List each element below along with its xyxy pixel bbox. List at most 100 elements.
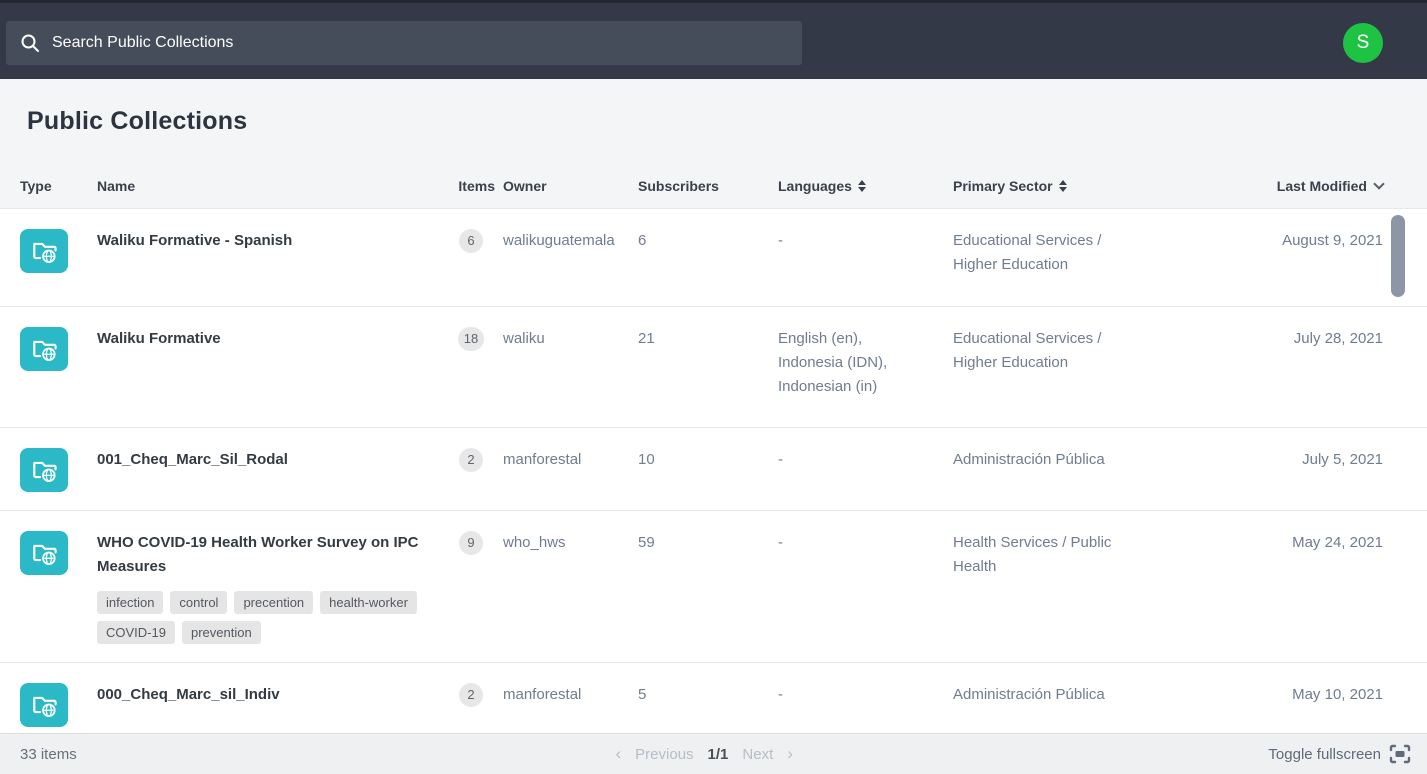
collection-name-link[interactable]: WHO COVID-19 Health Worker Survey on IPC… bbox=[97, 531, 427, 579]
owner-cell: manforestal bbox=[495, 683, 638, 727]
subscribers-cell: 10 bbox=[638, 448, 778, 492]
sort-icon bbox=[1059, 180, 1067, 192]
items-cell: 2 bbox=[447, 683, 495, 727]
tag-list: infection control precention health-worker C… bbox=[97, 591, 427, 644]
name-cell: Waliku Formative bbox=[97, 327, 447, 409]
collection-folder-globe-icon bbox=[20, 327, 68, 371]
chevron-down-icon bbox=[1373, 178, 1384, 189]
search-input[interactable] bbox=[52, 34, 788, 52]
items-total: 33 items bbox=[20, 746, 140, 763]
owner-cell: who_hws bbox=[495, 531, 638, 644]
column-header-owner: Owner bbox=[495, 178, 638, 194]
column-header-primary-sector-label: Primary Sector bbox=[953, 178, 1053, 194]
subscribers-cell: 59 bbox=[638, 531, 778, 644]
items-cell: 2 bbox=[447, 448, 495, 492]
collection-folder-globe-icon bbox=[20, 229, 68, 273]
avatar[interactable]: S bbox=[1343, 23, 1383, 63]
primary-sector-cell: Health Services / Public Health bbox=[953, 531, 1153, 644]
items-cell: 18 bbox=[447, 327, 495, 409]
page-indicator: 1/1 bbox=[708, 746, 729, 763]
last-modified-cell: July 5, 2021 bbox=[1188, 448, 1383, 492]
column-header-type: Type bbox=[20, 178, 97, 194]
items-count-badge: 6 bbox=[459, 229, 483, 253]
name-cell: 000_Cheq_Marc_sil_Indiv bbox=[97, 683, 447, 727]
vertical-scrollbar-thumb[interactable] bbox=[1391, 215, 1405, 297]
items-count-badge: 9 bbox=[459, 531, 483, 555]
collection-name-link[interactable]: Waliku Formative bbox=[97, 327, 427, 351]
search-box[interactable] bbox=[6, 21, 802, 65]
column-header-languages-label: Languages bbox=[778, 178, 852, 194]
tag: control bbox=[170, 591, 227, 614]
column-header-last-modified-label: Last Modified bbox=[1277, 178, 1367, 194]
primary-sector-cell: Educational Services / Higher Education bbox=[953, 327, 1153, 409]
items-count-badge: 2 bbox=[459, 448, 483, 472]
type-cell bbox=[20, 531, 97, 644]
next-page-button[interactable]: Next bbox=[742, 746, 773, 763]
column-header-last-modified[interactable]: Last Modified bbox=[1188, 178, 1383, 194]
type-cell bbox=[20, 327, 97, 409]
footer: 33 items ‹ Previous 1/1 Next › Toggle fu… bbox=[0, 733, 1427, 774]
type-cell bbox=[20, 683, 97, 727]
languages-cell: - bbox=[778, 229, 943, 288]
items-cell: 9 bbox=[447, 531, 495, 644]
column-header-subscribers: Subscribers bbox=[638, 178, 778, 194]
table-header: Type Name Items Owner Subscribers Langua… bbox=[0, 166, 1427, 208]
collection-folder-globe-icon bbox=[20, 448, 68, 492]
table-row[interactable]: Waliku Formative - Spanish 6 walikuguate… bbox=[0, 209, 1427, 307]
previous-page-button[interactable]: Previous bbox=[635, 746, 693, 763]
topbar: S bbox=[0, 0, 1427, 79]
subscribers-cell: 5 bbox=[638, 683, 778, 727]
last-modified-cell: August 9, 2021 bbox=[1188, 229, 1383, 288]
items-count-badge: 2 bbox=[459, 683, 483, 707]
table-row[interactable]: WHO COVID-19 Health Worker Survey on IPC… bbox=[0, 511, 1427, 663]
collection-folder-globe-icon bbox=[20, 683, 68, 727]
subscribers-cell: 21 bbox=[638, 327, 778, 409]
items-cell: 6 bbox=[447, 229, 495, 288]
name-cell: WHO COVID-19 Health Worker Survey on IPC… bbox=[97, 531, 447, 644]
page-title: Public Collections bbox=[0, 79, 1427, 136]
primary-sector-cell: Administración Pública bbox=[953, 683, 1153, 727]
pagination: ‹ Previous 1/1 Next › bbox=[140, 744, 1268, 764]
column-header-name: Name bbox=[97, 178, 447, 194]
table-row[interactable]: 001_Cheq_Marc_Sil_Rodal 2 manforestal 10… bbox=[0, 428, 1427, 511]
primary-sector-cell: Educational Services / Higher Education bbox=[953, 229, 1153, 288]
subscribers-cell: 6 bbox=[638, 229, 778, 288]
owner-cell: walikuguatemala bbox=[495, 229, 638, 288]
primary-sector-cell: Administración Pública bbox=[953, 448, 1153, 492]
tag: COVID-19 bbox=[97, 621, 175, 644]
languages-cell: - bbox=[778, 448, 943, 492]
fullscreen-icon bbox=[1389, 744, 1411, 764]
languages-cell: English (en), Indonesia (IDN), Indonesia… bbox=[778, 327, 943, 409]
owner-cell: waliku bbox=[495, 327, 638, 409]
last-modified-cell: May 10, 2021 bbox=[1188, 683, 1383, 727]
toggle-fullscreen-label: Toggle fullscreen bbox=[1268, 746, 1381, 763]
last-modified-cell: July 28, 2021 bbox=[1188, 327, 1383, 409]
table-row[interactable]: Waliku Formative 18 waliku 21 English (e… bbox=[0, 307, 1427, 428]
tag: prevention bbox=[182, 621, 261, 644]
languages-cell: - bbox=[778, 683, 943, 727]
tag: precention bbox=[234, 591, 313, 614]
column-header-languages[interactable]: Languages bbox=[778, 178, 953, 194]
collection-name-link[interactable]: 001_Cheq_Marc_Sil_Rodal bbox=[97, 448, 427, 472]
tag: infection bbox=[97, 591, 163, 614]
column-header-primary-sector[interactable]: Primary Sector bbox=[953, 178, 1188, 194]
last-modified-cell: May 24, 2021 bbox=[1188, 531, 1383, 644]
collection-name-link[interactable]: 000_Cheq_Marc_sil_Indiv bbox=[97, 683, 427, 707]
items-count-badge: 18 bbox=[458, 327, 484, 351]
name-cell: Waliku Formative - Spanish bbox=[97, 229, 447, 288]
previous-arrow-icon[interactable]: ‹ bbox=[616, 744, 622, 764]
languages-cell: - bbox=[778, 531, 943, 644]
sort-icon bbox=[858, 180, 866, 192]
type-cell bbox=[20, 448, 97, 492]
collections-list: Waliku Formative - Spanish 6 walikuguate… bbox=[0, 208, 1427, 746]
column-header-items: Items bbox=[447, 178, 495, 194]
collection-folder-globe-icon bbox=[20, 531, 68, 575]
collection-name-link[interactable]: Waliku Formative - Spanish bbox=[97, 229, 427, 253]
type-cell bbox=[20, 229, 97, 288]
toggle-fullscreen-button[interactable]: Toggle fullscreen bbox=[1268, 744, 1411, 764]
tag: health-worker bbox=[320, 591, 417, 614]
owner-cell: manforestal bbox=[495, 448, 638, 492]
next-arrow-icon[interactable]: › bbox=[787, 744, 793, 764]
search-icon bbox=[20, 33, 40, 53]
name-cell: 001_Cheq_Marc_Sil_Rodal bbox=[97, 448, 447, 492]
